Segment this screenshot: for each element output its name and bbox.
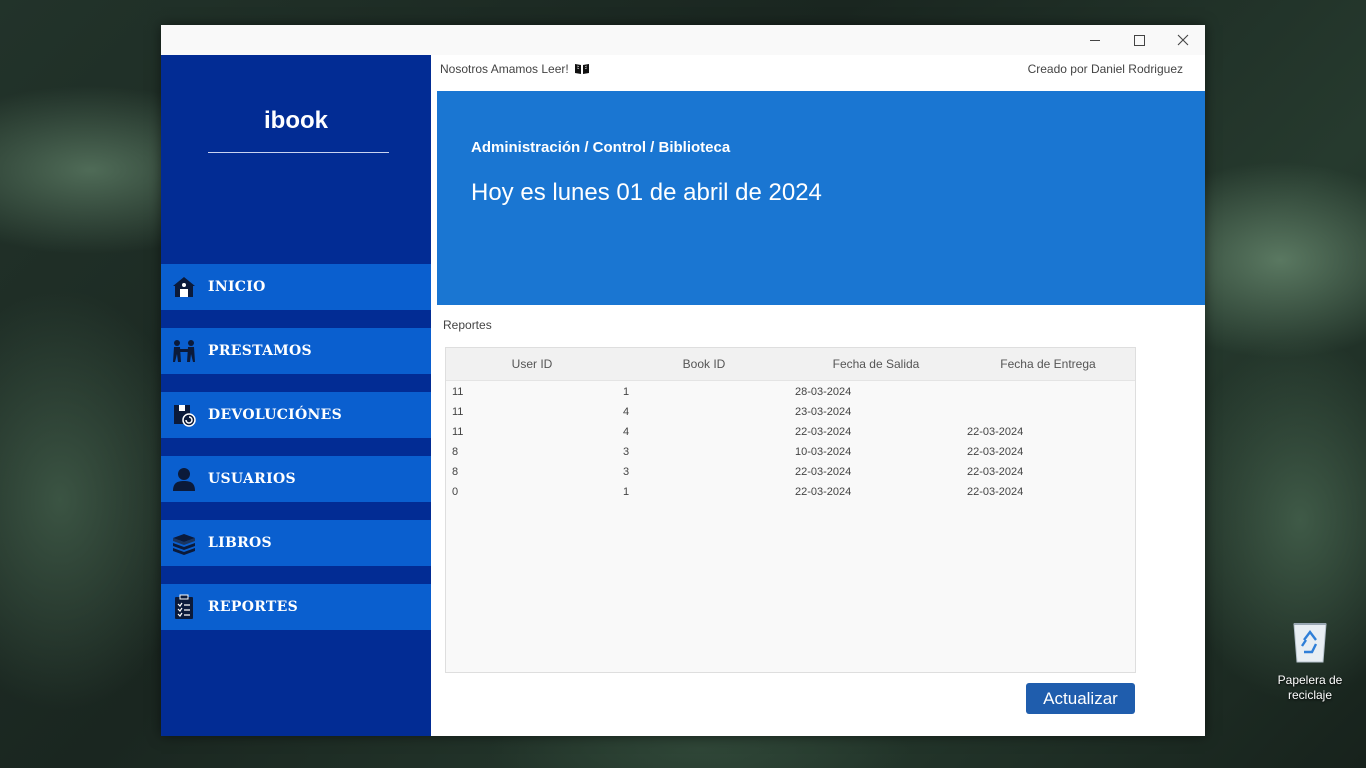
app-window: ibook INICIO PRESTAMOS DEVOLUCIÓNES USUA (161, 25, 1205, 736)
books-icon (171, 530, 197, 556)
table-body: 11 1 28-03-2024 11 4 23-03-2024 11 4 22-… (446, 382, 1135, 502)
date-heading: Hoy es lunes 01 de abril de 2024 (471, 179, 822, 206)
home-icon (171, 274, 197, 300)
table-header: User ID Book ID Fecha de Salida Fecha de… (446, 348, 1135, 381)
minimize-icon (1090, 39, 1100, 41)
table-row[interactable]: 11 4 22-03-2024 22-03-2024 (446, 422, 1135, 442)
maximize-icon (1133, 34, 1145, 46)
table-cell: 4 (623, 426, 630, 438)
sidebar-item-label: REPORTES (208, 599, 299, 615)
table-cell: 8 (452, 466, 459, 478)
recycle-bin-label: Papelera de reciclaje (1277, 673, 1343, 702)
sidebar-item-prestamos[interactable]: PRESTAMOS (161, 328, 431, 374)
sidebar-item-label: PRESTAMOS (208, 343, 312, 359)
table-cell: 4 (623, 406, 630, 418)
table-cell: 23-03-2024 (795, 406, 852, 418)
table-row[interactable]: 0 1 22-03-2024 22-03-2024 (446, 482, 1135, 502)
sidebar-item-inicio[interactable]: INICIO (161, 264, 431, 310)
sidebar-item-label: DEVOLUCIÓNES (208, 407, 342, 423)
table-cell: 8 (452, 446, 459, 458)
reports-table[interactable]: User ID Book ID Fecha de Salida Fecha de… (445, 347, 1136, 673)
tagline-text: Nosotros Amamos Leer! (440, 62, 569, 76)
table-cell: 3 (623, 446, 630, 458)
table-cell: 11 (452, 406, 464, 418)
table-cell: 22-03-2024 (967, 486, 1024, 498)
table-cell: 22-03-2024 (795, 426, 852, 438)
clipboard-icon (171, 594, 197, 620)
table-cell: 1 (623, 386, 630, 398)
table-cell: 0 (452, 486, 459, 498)
tagline: Nosotros Amamos Leer! (440, 62, 590, 76)
user-icon (171, 466, 197, 492)
sidebar-item-devoluciones[interactable]: DEVOLUCIÓNES (161, 392, 431, 438)
minimize-button[interactable] (1073, 25, 1117, 55)
recycle-bin-shortcut[interactable]: Papelera de reciclaje (1270, 620, 1350, 703)
section-title: Reportes (443, 318, 492, 332)
table-cell: 22-03-2024 (795, 486, 852, 498)
close-icon (1177, 34, 1189, 46)
table-cell: 11 (452, 386, 464, 398)
open-book-icon (574, 64, 589, 74)
handshake-icon (171, 338, 197, 364)
column-header[interactable]: Fecha de Entrega (962, 348, 1134, 380)
table-cell: 10-03-2024 (795, 446, 852, 458)
table-cell: 11 (452, 426, 464, 438)
table-cell: 22-03-2024 (967, 426, 1024, 438)
refresh-button[interactable]: Actualizar (1026, 683, 1135, 714)
sidebar-item-label: INICIO (208, 279, 266, 295)
maximize-button[interactable] (1117, 25, 1161, 55)
table-row[interactable]: 8 3 22-03-2024 22-03-2024 (446, 462, 1135, 482)
table-cell: 22-03-2024 (967, 466, 1024, 478)
table-row[interactable]: 8 3 10-03-2024 22-03-2024 (446, 442, 1135, 462)
brand-divider (208, 152, 389, 153)
brand-title: ibook (264, 107, 328, 134)
table-row[interactable]: 11 1 28-03-2024 (446, 382, 1135, 402)
sidebar-item-usuarios[interactable]: USUARIOS (161, 456, 431, 502)
credit-text: Creado por Daniel Rodriguez (1027, 62, 1183, 76)
table-cell: 1 (623, 486, 630, 498)
return-box-icon (171, 402, 197, 428)
column-header[interactable]: User ID (446, 348, 618, 380)
sidebar-item-libros[interactable]: LIBROS (161, 520, 431, 566)
close-button[interactable] (1161, 25, 1205, 55)
sidebar-item-label: LIBROS (208, 535, 272, 551)
column-header[interactable]: Book ID (618, 348, 790, 380)
column-header[interactable]: Fecha de Salida (790, 348, 962, 380)
table-cell: 3 (623, 466, 630, 478)
table-cell: 28-03-2024 (795, 386, 852, 398)
table-row[interactable]: 11 4 23-03-2024 (446, 402, 1135, 422)
table-cell: 22-03-2024 (967, 446, 1024, 458)
title-bar[interactable] (161, 25, 1205, 55)
table-cell: 22-03-2024 (795, 466, 852, 478)
sidebar-item-label: USUARIOS (208, 471, 296, 487)
sidebar-item-reportes[interactable]: REPORTES (161, 584, 431, 630)
recycle-bin-icon (1293, 623, 1327, 663)
sidebar: ibook INICIO PRESTAMOS DEVOLUCIÓNES USUA (161, 55, 431, 736)
breadcrumb: Administración / Control / Biblioteca (471, 139, 731, 156)
hero-banner: Administración / Control / Biblioteca Ho… (437, 91, 1205, 305)
